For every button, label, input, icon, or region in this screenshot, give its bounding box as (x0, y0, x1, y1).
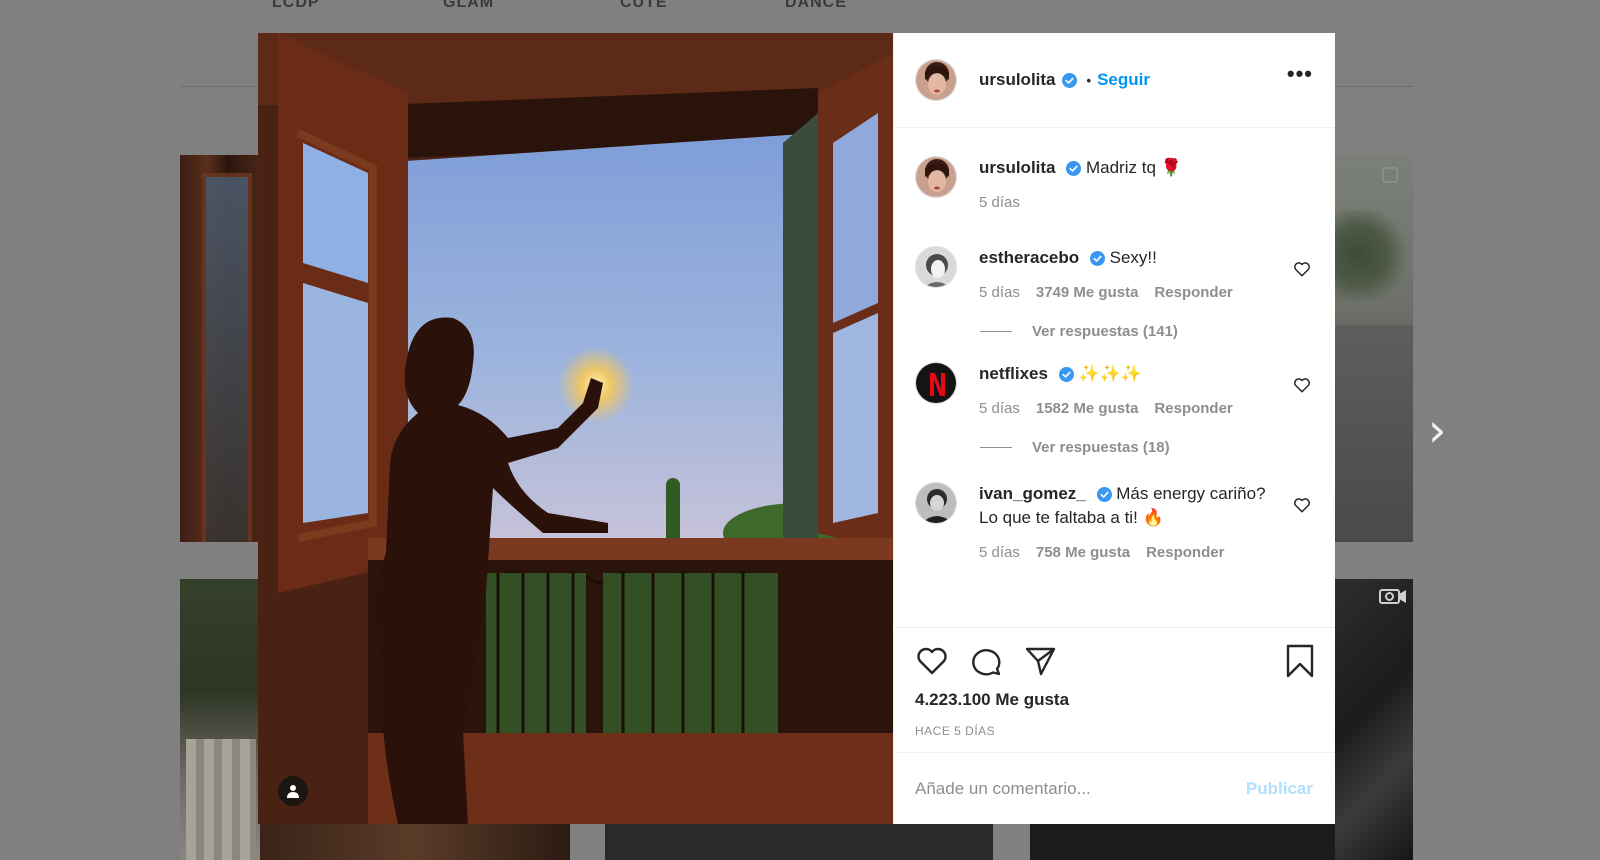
comment-input[interactable] (915, 778, 1246, 799)
comment-text: ✨✨✨ (1078, 364, 1142, 383)
verified-badge-icon (1096, 487, 1112, 503)
post-side-panel: ursulolita • Seguir ••• ursulolita Madri… (893, 33, 1335, 824)
reply-button[interactable]: Responder (1146, 544, 1224, 561)
separator-dot: • (1086, 72, 1092, 88)
grid-post-thumbnail[interactable] (605, 820, 993, 860)
comment-time[interactable]: 5 días (979, 400, 1020, 417)
comment-heart-icon[interactable] (1293, 260, 1311, 278)
comment-heart-icon[interactable] (1293, 376, 1311, 394)
author-username[interactable]: ursulolita (979, 70, 1056, 90)
highlight-label-1[interactable]: LCDP (272, 0, 320, 12)
verified-badge-icon (1089, 251, 1105, 267)
comment-username[interactable]: ivan_gomez_ (979, 484, 1086, 503)
follow-button[interactable]: Seguir (1097, 70, 1150, 90)
caption-time[interactable]: 5 días (979, 194, 1020, 211)
view-replies-button[interactable]: Ver respuestas (18) (980, 439, 1313, 456)
comment-username[interactable]: netflixes (979, 364, 1048, 383)
commenter-avatar[interactable] (915, 482, 957, 524)
more-options-icon[interactable]: ••• (1287, 63, 1313, 85)
grid-post-thumbnail[interactable] (180, 155, 260, 542)
commenter-avatar[interactable] (915, 362, 957, 404)
post-modal: ursulolita • Seguir ••• ursulolita Madri… (258, 33, 1335, 824)
view-replies-label: Ver respuestas (141) (1032, 323, 1178, 340)
replies-line (980, 447, 1012, 448)
comment-username[interactable]: estheracebo (979, 248, 1079, 267)
comment-text: Sexy!! (1109, 248, 1157, 267)
post-timestamp[interactable]: HACE 5 DÍAS (915, 724, 1313, 738)
share-icon[interactable] (1023, 644, 1057, 678)
commenter-avatar[interactable] (915, 246, 957, 288)
comment: estheracebo Sexy!! 5 días 3749 Me gusta … (915, 246, 1313, 301)
post-header: ursulolita • Seguir ••• (894, 33, 1335, 128)
comments-list[interactable]: ursulolita Madriz tq 🌹 5 días estheraceb… (894, 128, 1335, 627)
author-avatar[interactable] (915, 59, 957, 101)
comment-time[interactable]: 5 días (979, 544, 1020, 561)
likes-count[interactable]: 4.223.100 Me gusta (915, 690, 1313, 710)
comment-icon[interactable] (969, 644, 1003, 678)
caption-text: Madriz tq 🌹 (1085, 158, 1182, 177)
view-replies-button[interactable]: Ver respuestas (141) (980, 323, 1313, 340)
comment: ivan_gomez_ Más energy cariño? Lo que te… (915, 482, 1313, 561)
comment-likes[interactable]: 3749 Me gusta (1036, 284, 1139, 301)
highlight-label-4[interactable]: DANCE (785, 0, 847, 12)
grid-post-thumbnail[interactable] (1335, 579, 1413, 860)
publish-button[interactable]: Publicar (1246, 779, 1313, 799)
video-icon (1379, 589, 1406, 604)
comment-likes[interactable]: 1582 Me gusta (1036, 400, 1139, 417)
replies-line (980, 331, 1012, 332)
balcony-photo (258, 33, 893, 824)
grid-post-thumbnail[interactable] (180, 579, 260, 860)
grid-post-thumbnail[interactable] (1335, 155, 1413, 542)
comment-likes[interactable]: 758 Me gusta (1036, 544, 1130, 561)
caption-username[interactable]: ursulolita (979, 158, 1056, 177)
multi-post-icon (1382, 167, 1398, 183)
post-actions: 4.223.100 Me gusta HACE 5 DÍAS (894, 627, 1335, 752)
author-avatar[interactable] (915, 156, 957, 198)
bookmark-icon[interactable] (1285, 644, 1315, 678)
reply-button[interactable]: Responder (1154, 400, 1232, 417)
reply-button[interactable]: Responder (1154, 284, 1232, 301)
post-photo[interactable] (258, 33, 893, 824)
highlight-label-3[interactable]: CUTE (620, 0, 668, 12)
next-post-chevron-right-icon[interactable]: › (1428, 407, 1450, 453)
caption: ursulolita Madriz tq 🌹 5 días (915, 156, 1313, 246)
highlight-label-2[interactable]: GLAM (443, 0, 494, 12)
grid-post-thumbnail[interactable] (260, 820, 570, 860)
verified-badge-icon (1058, 367, 1074, 383)
verified-badge-icon (1066, 161, 1082, 177)
view-replies-label: Ver respuestas (18) (1032, 439, 1170, 456)
user-tag-icon[interactable] (278, 776, 308, 806)
add-comment-section: Publicar (894, 752, 1335, 824)
comment: netflixes ✨✨✨ 5 días 1582 Me gusta Respo… (915, 362, 1313, 417)
heart-icon[interactable] (915, 644, 949, 678)
verified-badge-icon (1061, 72, 1077, 88)
comment-heart-icon[interactable] (1293, 496, 1311, 514)
comment-time[interactable]: 5 días (979, 284, 1020, 301)
